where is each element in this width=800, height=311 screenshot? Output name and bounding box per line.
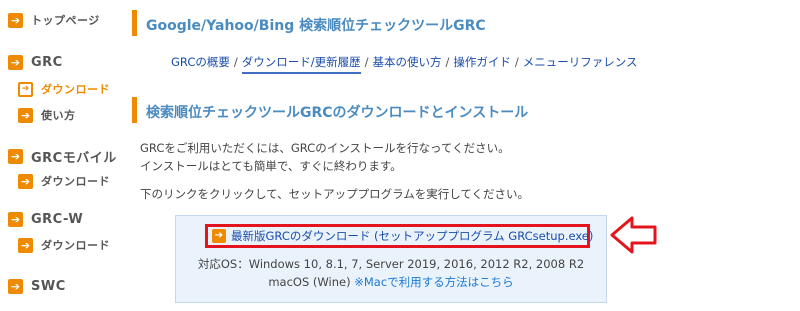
mac-usage-link[interactable]: ※Macで利用する方法はこちら: [354, 275, 513, 289]
download-link-text: 最新版GRCのダウンロード (セットアッププログラム GRCsetup.exe): [231, 229, 594, 243]
sidebar-item-grc-mobile[interactable]: ➔ GRCモバイル: [8, 147, 117, 166]
sidebar-item-mobile-download[interactable]: ➔ ダウンロード: [18, 173, 110, 189]
sidebar-item-label: ダウンロード: [41, 175, 110, 188]
mac-support-line: macOS (Wine) ※Macで利用する方法はこちら: [175, 274, 607, 290]
left-arrow-outline-icon: [610, 216, 657, 254]
arrow-right-icon: ➔: [8, 212, 23, 227]
nav-link-guide[interactable]: 操作ガイド: [453, 55, 511, 69]
breadcrumb-nav: GRCの概要 / ダウンロード/更新履歴 / 基本の使い方 / 操作ガイド / メニューリファレ…: [171, 54, 638, 74]
sidebar-item-swc[interactable]: ➔ SWC: [8, 279, 66, 294]
nav-link-basic-usage[interactable]: 基本の使い方: [372, 55, 441, 69]
instruction-text-3: 下のリンクをクリックして、セットアッププログラムを実行してください。: [140, 187, 530, 201]
sidebar-item-top[interactable]: ➔ トップページ: [8, 12, 100, 28]
sidebar: ➔ トップページ ➔ GRC ➔ ダウンロード ➔ 使い方 ➔ GRCモバイル …: [0, 0, 120, 311]
arrow-right-icon: ➔: [18, 173, 33, 189]
sidebar-item-label: ダウンロード: [41, 83, 110, 96]
arrow-right-icon: ➔: [18, 237, 33, 253]
sidebar-item-grc-download[interactable]: ➔ ダウンロード: [18, 81, 110, 97]
download-link[interactable]: ➔ 最新版GRCのダウンロード (セットアッププログラム GRCsetup.ex…: [205, 224, 594, 248]
sidebar-item-label: トップページ: [31, 14, 100, 27]
section-accent-bar: [132, 97, 137, 123]
arrow-right-icon: ➔: [8, 279, 23, 294]
mac-os-label: macOS (Wine): [268, 275, 355, 289]
nav-link-overview[interactable]: GRCの概要: [171, 55, 230, 69]
sidebar-item-label: ダウンロード: [41, 239, 110, 252]
instruction-text-2: インストールはとても簡単で、すぐに終わります。: [140, 159, 402, 173]
nav-separator: /: [364, 55, 369, 69]
instruction-text-1: GRCをご利用いただくには、GRCのインストールを行なってください。: [140, 141, 510, 155]
nav-separator: /: [514, 55, 519, 69]
arrow-right-icon: ➔: [18, 107, 33, 123]
arrow-right-icon: ➔: [8, 149, 23, 164]
sidebar-item-label: SWC: [31, 279, 66, 294]
sidebar-item-label: GRC: [31, 55, 63, 70]
heading-accent-bar: [132, 10, 137, 36]
sidebar-item-grc-w[interactable]: ➔ GRC-W: [8, 212, 83, 227]
nav-separator: /: [233, 55, 238, 69]
sidebar-item-label: GRC-W: [31, 212, 84, 227]
section-title: 検索順位チェックツールGRCのダウンロードとインストール: [146, 105, 529, 121]
nav-link-menu-reference[interactable]: メニューリファレンス: [523, 55, 638, 69]
arrow-right-icon: ➔: [18, 81, 33, 97]
supported-os-text: 対応OS：Windows 10, 8.1, 7, Server 2019, 20…: [197, 257, 585, 271]
sidebar-item-label: GRCモバイル: [31, 151, 117, 166]
sidebar-item-grcw-download[interactable]: ➔ ダウンロード: [18, 237, 110, 253]
arrow-right-icon: ➔: [8, 55, 23, 70]
nav-link-download[interactable]: ダウンロード/更新履歴: [241, 55, 361, 74]
sidebar-item-grc[interactable]: ➔ GRC: [8, 55, 63, 70]
arrow-right-icon: ➔: [212, 229, 226, 243]
nav-separator: /: [445, 55, 450, 69]
page-title: Google/Yahoo/Bing 検索順位チェックツールGRC: [146, 18, 486, 34]
sidebar-item-grc-usage[interactable]: ➔ 使い方: [18, 107, 76, 123]
arrow-right-icon: ➔: [8, 12, 23, 28]
sidebar-item-label: 使い方: [41, 109, 76, 122]
